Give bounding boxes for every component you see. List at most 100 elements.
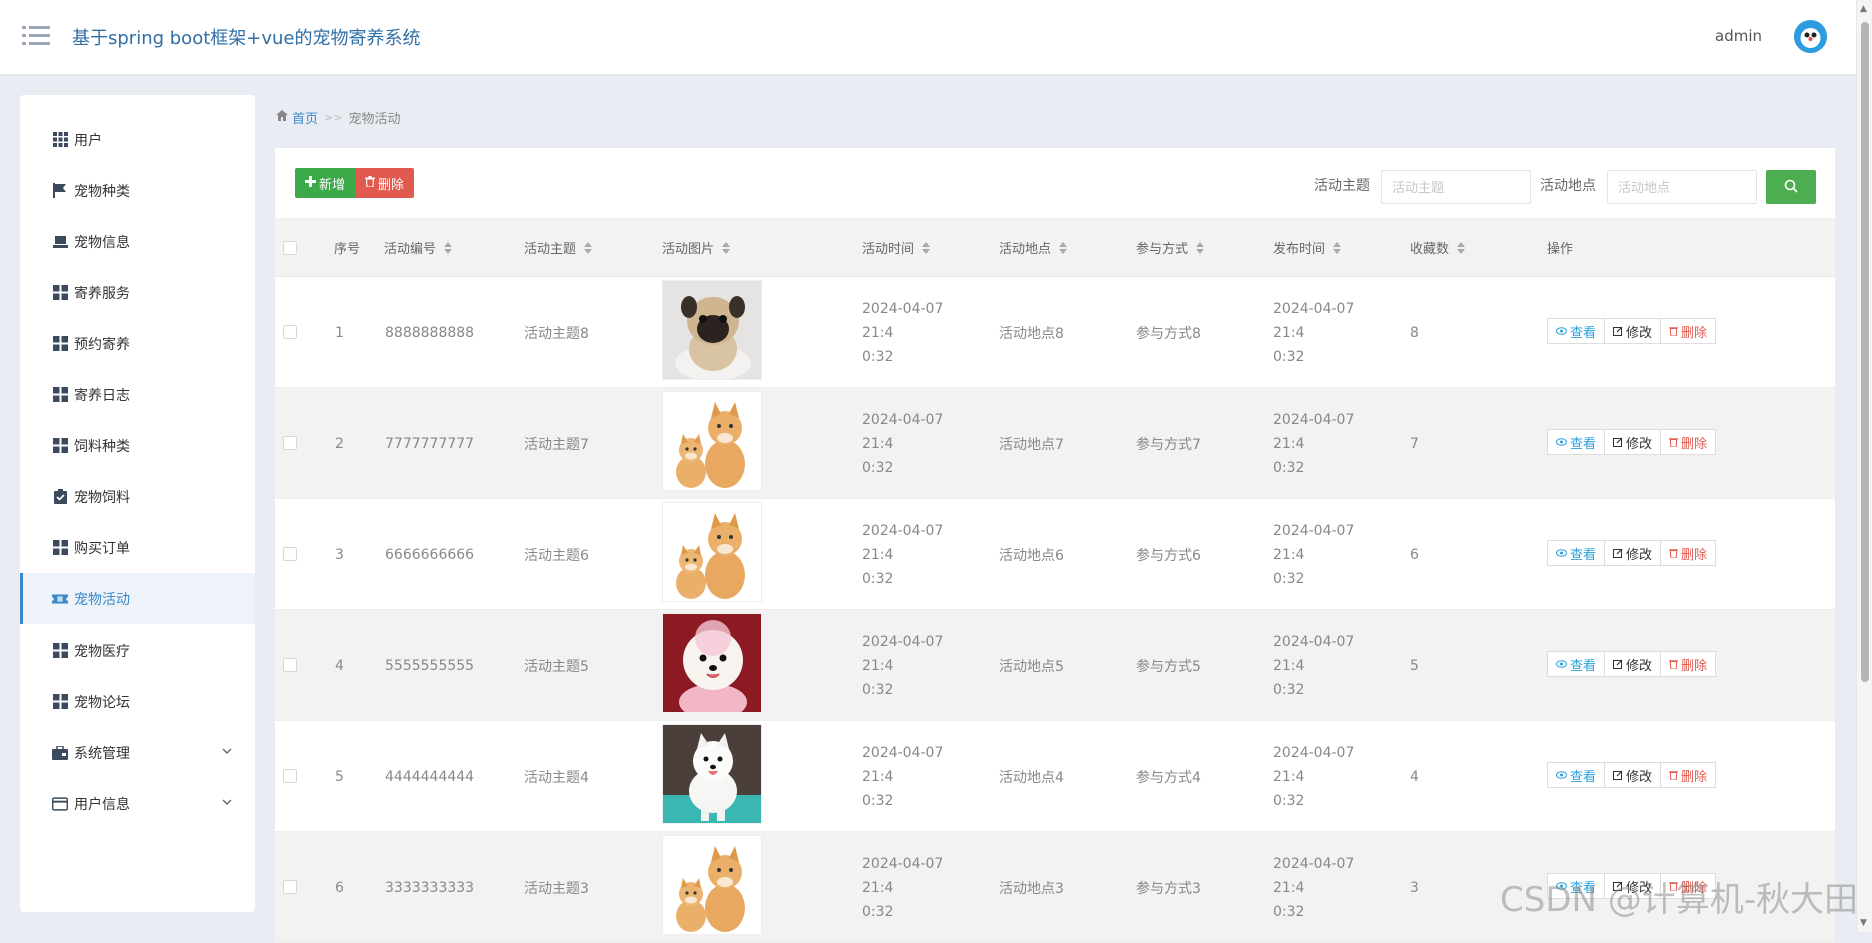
delete-button[interactable]: 删除 xyxy=(1660,540,1717,566)
cell-publish-line: 2024-04-07 21:4 xyxy=(1273,855,1355,896)
main-panel: 新增 删除 活动主题 活动地点 序号 活动编号 活动主题 活动图片 活动时间 活… xyxy=(275,148,1835,943)
table-row[interactable]: 1 8888888888 活动主题8 2024-04-07 21:4 0:32 活… xyxy=(275,277,1835,388)
edit-button[interactable]: 修改 xyxy=(1604,540,1662,566)
scroll-up-icon[interactable]: ▲ xyxy=(1860,4,1867,14)
sort-icon[interactable] xyxy=(1457,241,1466,254)
sidebar-item-pet-feed[interactable]: 宠物饲料 xyxy=(20,471,255,522)
edit-button[interactable]: 修改 xyxy=(1604,318,1662,344)
sidebar-item-system-admin[interactable]: 系统管理 xyxy=(20,727,255,778)
view-button[interactable]: 查看 xyxy=(1547,318,1606,344)
view-button[interactable]: 查看 xyxy=(1547,651,1606,677)
home-icon[interactable] xyxy=(276,110,288,125)
header-publish[interactable]: 发布时间 xyxy=(1273,218,1342,277)
menu-toggle-icon[interactable] xyxy=(22,24,50,48)
header-image[interactable]: 活动图片 xyxy=(662,218,731,277)
cell-time: 2024-04-07 21:4 0:32 xyxy=(862,610,974,721)
row-checkbox[interactable] xyxy=(283,769,297,783)
cell-location: 活动地点3 xyxy=(999,880,1064,897)
sidebar-item-pet-info[interactable]: 宠物信息 xyxy=(20,216,255,267)
cell-method: 参与方式4 xyxy=(1136,769,1201,786)
sidebar-item-pet-medical[interactable]: 宠物医疗 xyxy=(20,625,255,676)
table-row[interactable]: 5 4444444444 活动主题4 2024-04-07 21:4 0:32 活… xyxy=(275,721,1835,832)
cell-index: 5 xyxy=(335,768,344,785)
cell-method: 参与方式6 xyxy=(1136,547,1201,564)
header-time[interactable]: 活动时间 xyxy=(862,218,931,277)
delete-button[interactable]: 删除 xyxy=(1660,429,1717,455)
chevron-down-icon[interactable] xyxy=(221,745,233,757)
edit-button[interactable]: 修改 xyxy=(1604,429,1662,455)
sidebar-item-boarding-log[interactable]: 寄养日志 xyxy=(20,369,255,420)
header-code[interactable]: 活动编号 xyxy=(384,218,453,277)
sidebar-item-booking[interactable]: 预约寄养 xyxy=(20,318,255,369)
sort-icon[interactable] xyxy=(444,241,453,254)
activity-image-cats[interactable] xyxy=(662,502,762,602)
activity-image-pomeranian[interactable] xyxy=(662,613,762,713)
delete-button[interactable]: 删除 xyxy=(1660,651,1717,677)
batch-delete-button[interactable]: 删除 xyxy=(355,168,415,198)
cell-code: 4444444444 xyxy=(385,768,475,785)
row-checkbox[interactable] xyxy=(283,658,297,672)
sidebar-item-orders[interactable]: 购买订单 xyxy=(20,522,255,573)
sidebar-item-pet-activity[interactable]: 宠物活动 xyxy=(20,573,255,624)
avatar[interactable] xyxy=(1794,20,1827,53)
delete-button[interactable]: 删除 xyxy=(1660,318,1717,344)
header-location[interactable]: 活动地点 xyxy=(999,218,1068,277)
row-checkbox[interactable] xyxy=(283,325,297,339)
activity-image-cats[interactable] xyxy=(662,391,762,491)
breadcrumb-home[interactable]: 首页 xyxy=(292,108,318,127)
card-icon xyxy=(52,796,68,812)
header-location-label: 活动地点 xyxy=(999,242,1052,257)
view-button[interactable]: 查看 xyxy=(1547,429,1606,455)
sidebar-item-boarding-service[interactable]: 寄养服务 xyxy=(20,267,255,318)
sort-icon[interactable] xyxy=(1059,241,1068,254)
view-button[interactable]: 查看 xyxy=(1547,540,1606,566)
table-row[interactable]: 4 5555555555 活动主题5 2024-04-07 21:4 0:32 活… xyxy=(275,610,1835,721)
edit-button[interactable]: 修改 xyxy=(1604,762,1662,788)
cell-time: 2024-04-07 21:4 0:32 xyxy=(862,499,974,610)
row-checkbox[interactable] xyxy=(283,547,297,561)
page-scrollbar[interactable]: ▲ ▼ xyxy=(1856,0,1872,932)
sort-icon[interactable] xyxy=(922,241,931,254)
table-row[interactable]: 2 7777777777 活动主题7 2024-04-07 21:4 0:32 活… xyxy=(275,388,1835,499)
sidebar-item-pet-types[interactable]: 宠物种类 xyxy=(20,165,255,216)
cell-code: 7777777777 xyxy=(385,435,475,452)
header-theme[interactable]: 活动主题 xyxy=(524,218,593,277)
sort-icon[interactable] xyxy=(1196,241,1205,254)
sort-icon[interactable] xyxy=(1333,241,1342,254)
select-all-checkbox[interactable] xyxy=(283,241,297,255)
scroll-down-icon[interactable]: ▼ xyxy=(1860,918,1867,928)
header-method[interactable]: 参与方式 xyxy=(1136,218,1205,277)
chevron-down-icon[interactable] xyxy=(221,796,233,808)
scrollbar-thumb[interactable] xyxy=(1861,22,1869,682)
sidebar-item-user-info[interactable]: 用户信息 xyxy=(20,778,255,829)
activity-image-samoyed[interactable] xyxy=(662,724,762,824)
cell-time: 2024-04-07 21:4 0:32 xyxy=(862,388,974,499)
sort-icon[interactable] xyxy=(584,241,593,254)
search-location-input[interactable] xyxy=(1607,170,1757,204)
delete-button[interactable]: 删除 xyxy=(1660,762,1717,788)
sidebar-item-feed-types[interactable]: 饲料种类 xyxy=(20,420,255,471)
sidebar-item-label: 宠物饲料 xyxy=(74,489,130,506)
search-theme-input[interactable] xyxy=(1381,170,1531,204)
top-bar: 基于spring boot框架+vue的宠物寄养系统 admin xyxy=(0,0,1872,74)
cell-index: 2 xyxy=(335,435,344,452)
cell-favorites: 4 xyxy=(1410,768,1419,785)
activity-image-pug[interactable] xyxy=(662,280,762,380)
activity-image-cats[interactable] xyxy=(662,835,762,935)
row-checkbox[interactable] xyxy=(283,436,297,450)
search-button[interactable] xyxy=(1766,170,1816,204)
row-checkbox[interactable] xyxy=(283,880,297,894)
user-name[interactable]: admin xyxy=(1715,27,1762,45)
sidebar-item-users[interactable]: 用户 xyxy=(20,114,255,165)
sort-icon[interactable] xyxy=(722,241,731,254)
table-row[interactable]: 3 6666666666 活动主题6 2024-04-07 21:4 0:32 活… xyxy=(275,499,1835,610)
edit-button[interactable]: 修改 xyxy=(1604,651,1662,677)
view-button[interactable]: 查看 xyxy=(1547,762,1606,788)
cell-code: 3333333333 xyxy=(385,879,475,896)
add-button[interactable]: 新增 xyxy=(295,168,356,198)
sidebar-item-pet-forum[interactable]: 宠物论坛 xyxy=(20,676,255,727)
cell-time-line: 0:32 xyxy=(862,681,894,698)
sidebar-item-label: 宠物信息 xyxy=(74,234,130,251)
cell-publish-line: 2024-04-07 21:4 xyxy=(1273,744,1355,785)
header-favorites[interactable]: 收藏数 xyxy=(1410,218,1466,277)
